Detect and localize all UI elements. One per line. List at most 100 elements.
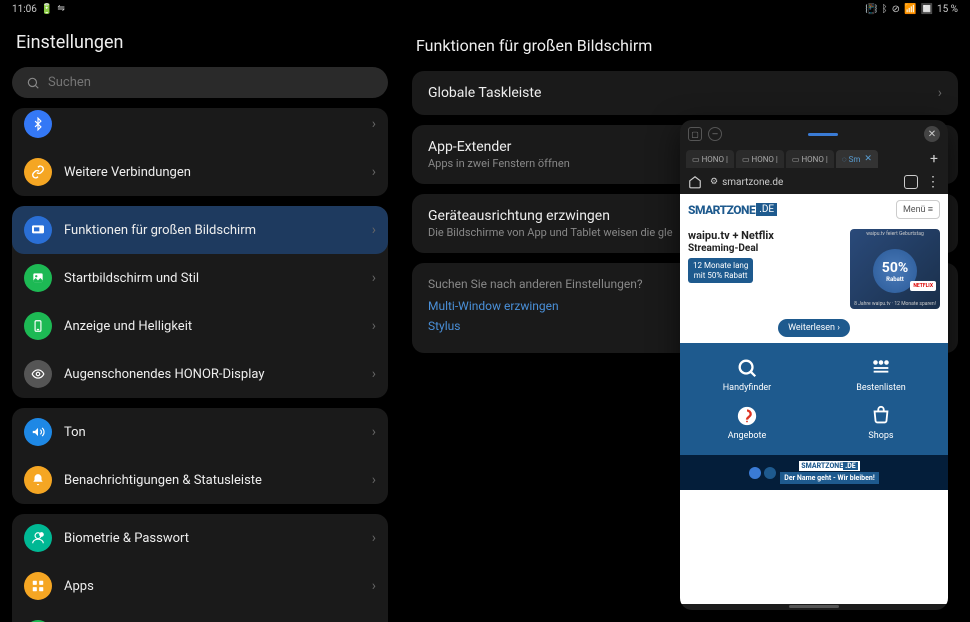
battery-icon: 🔲	[921, 4, 933, 15]
url-bar-row: ⚙ smartzone.de ⋮	[680, 170, 948, 194]
vibrate-icon: 📳	[865, 4, 877, 15]
new-tab-button[interactable]: +	[926, 151, 942, 167]
sidebar-item-label: Startbildschirm und Stil	[64, 271, 360, 286]
site-header: SMARTZONE .DE Menü ≡	[680, 194, 948, 225]
footer-logo: SMARTZONE.DE	[799, 461, 859, 471]
biometric-icon	[24, 524, 52, 552]
sidebar-title: Einstellungen	[12, 18, 388, 67]
browser-tab[interactable]: ▭ HONO|	[786, 150, 834, 168]
sidebar-item-weitere-verbindungen[interactable]: Weitere Verbindungen ›	[12, 148, 388, 196]
sidebar-item-biometrie-passwort[interactable]: Biometrie & Passwort ›	[12, 514, 388, 562]
tab-label: Sm	[849, 155, 861, 164]
maximize-button[interactable]: ▢	[688, 127, 702, 141]
browser-menu-button[interactable]: ⋮	[926, 174, 940, 190]
nav-label: Angebote	[728, 431, 767, 441]
sidebar-item-label: Funktionen für großen Bildschirm	[64, 223, 360, 238]
sidebar-item-startbildschirm-und-stil[interactable]: Startbildschirm und Stil ›	[12, 254, 388, 302]
close-button[interactable]: ✕	[924, 126, 940, 142]
footer-tagline: Der Name geht - Wir bleiben!	[780, 472, 878, 484]
site-nav-grid: Handyfinder Bestenlisten Angebote Shops	[680, 343, 948, 455]
settings-sidebar: Einstellungen ›Weitere Verbindungen›Funk…	[0, 18, 400, 622]
search-input[interactable]	[48, 75, 374, 90]
nav-cell-handyfinder[interactable]: Handyfinder	[680, 351, 814, 399]
sidebar-item-partial[interactable]: ›	[12, 108, 388, 148]
sidebar-item-akku[interactable]: Akku›	[12, 610, 388, 622]
status-bar: 11:06 🔋 ⇋ 📳 ᛒ ⊘ 📶 🔲 15 %	[0, 0, 970, 18]
home-button[interactable]	[688, 175, 702, 189]
chevron-right-icon: ›	[372, 164, 376, 180]
sidebar-item-funktionen-f-r-gro-en-bildschirm[interactable]: Funktionen für großen Bildschirm ›	[12, 206, 388, 254]
sidebar-item-label: Apps	[64, 579, 360, 594]
nav-cell-shops[interactable]: Shops	[814, 399, 948, 447]
sidebar-item-label: Biometrie & Passwort	[64, 531, 360, 546]
readmore-button[interactable]: Weiterlesen ›	[778, 319, 850, 337]
chevron-right-icon: ›	[372, 424, 376, 440]
search-box[interactable]	[12, 67, 388, 98]
footer-icon-2	[764, 467, 776, 479]
sidebar-item-apps[interactable]: Apps ›	[12, 562, 388, 610]
tab-label: HONO	[801, 155, 823, 164]
chevron-right-icon: ›	[372, 578, 376, 594]
sidebar-item-label: Weitere Verbindungen	[64, 165, 360, 180]
site-menu-button[interactable]: Menü ≡	[896, 200, 940, 219]
search-icon	[26, 76, 40, 90]
minimize-button[interactable]: —	[708, 127, 722, 141]
battery-pct: 15 %	[937, 4, 958, 15]
tab-label: HONO	[752, 155, 774, 164]
tab-label: HONO	[702, 155, 724, 164]
brightness-icon	[24, 312, 52, 340]
sidebar-item-ton[interactable]: Ton ›	[12, 408, 388, 456]
nav-cell-bestenlisten[interactable]: Bestenlisten	[814, 351, 948, 399]
browser-viewport[interactable]: SMARTZONE .DE Menü ≡ waipu.tv + Netflix …	[680, 194, 948, 604]
eye-comfort-icon	[24, 360, 52, 388]
footer-icon-1	[749, 467, 761, 479]
nav-label: Handyfinder	[723, 383, 771, 393]
tab-close-icon[interactable]: ✕	[864, 154, 872, 164]
promo-badge: 12 Monate lang mit 50% Rabatt	[688, 258, 753, 283]
nav-label: Shops	[868, 431, 893, 441]
nav-label: Bestenlisten	[856, 383, 905, 393]
wifi-icon: 📶	[904, 4, 916, 15]
browser-tab[interactable]: ▭ HONO|	[686, 150, 734, 168]
nav-cell-angebote[interactable]: Angebote	[680, 399, 814, 447]
setting-row-globale-taskleiste[interactable]: Globale Taskleiste›	[412, 71, 958, 115]
display-icon	[24, 216, 52, 244]
featured-article[interactable]: waipu.tv + Netflix Streaming-Deal 12 Mon…	[680, 225, 948, 313]
bluetooth-icon	[24, 110, 52, 138]
browser-tab[interactable]: ◌ Sm✕	[836, 150, 878, 168]
window-header[interactable]: ▢ — ✕	[680, 120, 948, 148]
chevron-right-icon: ›	[372, 530, 376, 546]
chevron-right-icon: ›	[372, 116, 376, 132]
article-subtitle: Streaming-Deal	[688, 243, 844, 254]
status-time: 11:06	[12, 4, 37, 15]
chevron-right-icon: ›	[372, 222, 376, 238]
chevron-right-icon: ›	[372, 318, 376, 334]
bt-status-icon: ᛒ	[882, 4, 888, 15]
sidebar-item-label: Ton	[64, 425, 360, 440]
setting-title: Globale Taskleiste	[428, 85, 938, 101]
browser-tab[interactable]: ▭ HONO|	[736, 150, 784, 168]
sidebar-item-augenschonendes-honor-display[interactable]: Augenschonendes HONOR-Display›	[12, 350, 388, 398]
floating-browser-window[interactable]: ▢ — ✕ ▭ HONO|▭ HONO|▭ HONO|◌ Sm✕ + ⚙ sma…	[680, 120, 948, 610]
article-title: waipu.tv + Netflix	[688, 229, 844, 242]
site-settings-icon[interactable]: ⚙	[710, 177, 718, 187]
gesture-bar[interactable]	[680, 604, 948, 610]
sidebar-item-label: Anzeige und Helligkeit	[64, 319, 360, 334]
link-icon	[24, 158, 52, 186]
sidebar-item-anzeige-und-helligkeit[interactable]: Anzeige und Helligkeit ›	[12, 302, 388, 350]
promo-image: waipu.tv feiert Geburtstag 50% Rabatt NE…	[850, 229, 940, 309]
url-bar[interactable]: ⚙ smartzone.de	[710, 177, 896, 188]
sync-icon: ⇋	[57, 4, 65, 14]
sidebar-item-label: Augenschonendes HONOR-Display	[64, 367, 360, 382]
sound-icon	[24, 418, 52, 446]
sidebar-item-benachrichtigungen-statusleiste[interactable]: Benachrichtigungen & Statusleiste›	[12, 456, 388, 504]
chevron-right-icon: ›	[938, 85, 942, 101]
dnd-icon: ⊘	[892, 4, 900, 15]
tab-switcher-button[interactable]	[904, 175, 918, 189]
chevron-right-icon: ›	[372, 472, 376, 488]
site-logo[interactable]: SMARTZONE .DE	[688, 203, 777, 217]
battery-mini-icon: 🔋	[41, 4, 53, 15]
home-style-icon	[24, 264, 52, 292]
window-drag-handle[interactable]	[728, 133, 918, 136]
chevron-right-icon: ›	[372, 270, 376, 286]
